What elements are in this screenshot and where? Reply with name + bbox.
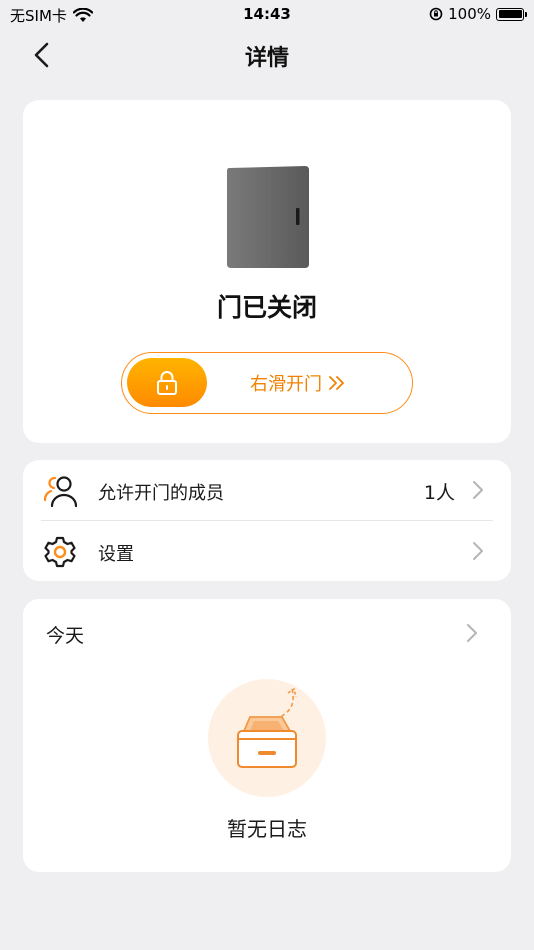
slider-label: 右滑开门	[250, 374, 322, 395]
lock-icon	[157, 370, 177, 395]
members-count: 1人	[423, 482, 455, 504]
gear-icon	[44, 536, 76, 568]
log-date-title[interactable]: 今天	[46, 621, 84, 648]
menu-card: 允许开门的成员 1人 设置	[23, 460, 511, 581]
chevron-right-icon	[473, 481, 483, 499]
battery-icon	[496, 7, 527, 21]
empty-log-text: 暂无日志	[227, 817, 307, 841]
members-icon	[43, 476, 77, 508]
door-icon	[227, 166, 309, 268]
members-row[interactable]: 允许开门的成员 1人	[23, 460, 511, 520]
members-label: 允许开门的成员	[98, 483, 224, 504]
settings-row[interactable]: 设置	[23, 521, 511, 581]
door-status-text: 门已关闭	[216, 293, 317, 322]
chevron-right-icon[interactable]	[465, 623, 479, 643]
slide-to-open-slider[interactable]: 右滑开门	[121, 352, 413, 414]
slider-knob[interactable]	[127, 358, 207, 407]
double-chevron-right-icon	[329, 376, 344, 390]
door-card: 门已关闭 右滑开门	[23, 100, 511, 443]
chevron-right-icon	[473, 542, 483, 560]
status-bar: 无SIM卡 14:43 100%	[0, 0, 534, 28]
settings-label: 设置	[98, 544, 134, 565]
status-right: 100%	[429, 5, 527, 23]
battery-percent: 100%	[448, 5, 491, 23]
page-title: 详情	[244, 46, 289, 71]
empty-illustration	[208, 679, 326, 797]
log-card: 今天 暂无日志	[23, 599, 511, 872]
nav-bar: 详情	[0, 30, 534, 80]
empty-inbox-icon	[237, 687, 297, 768]
orientation-lock-icon	[429, 7, 443, 21]
slider-label-group: 右滑开门	[250, 370, 346, 396]
